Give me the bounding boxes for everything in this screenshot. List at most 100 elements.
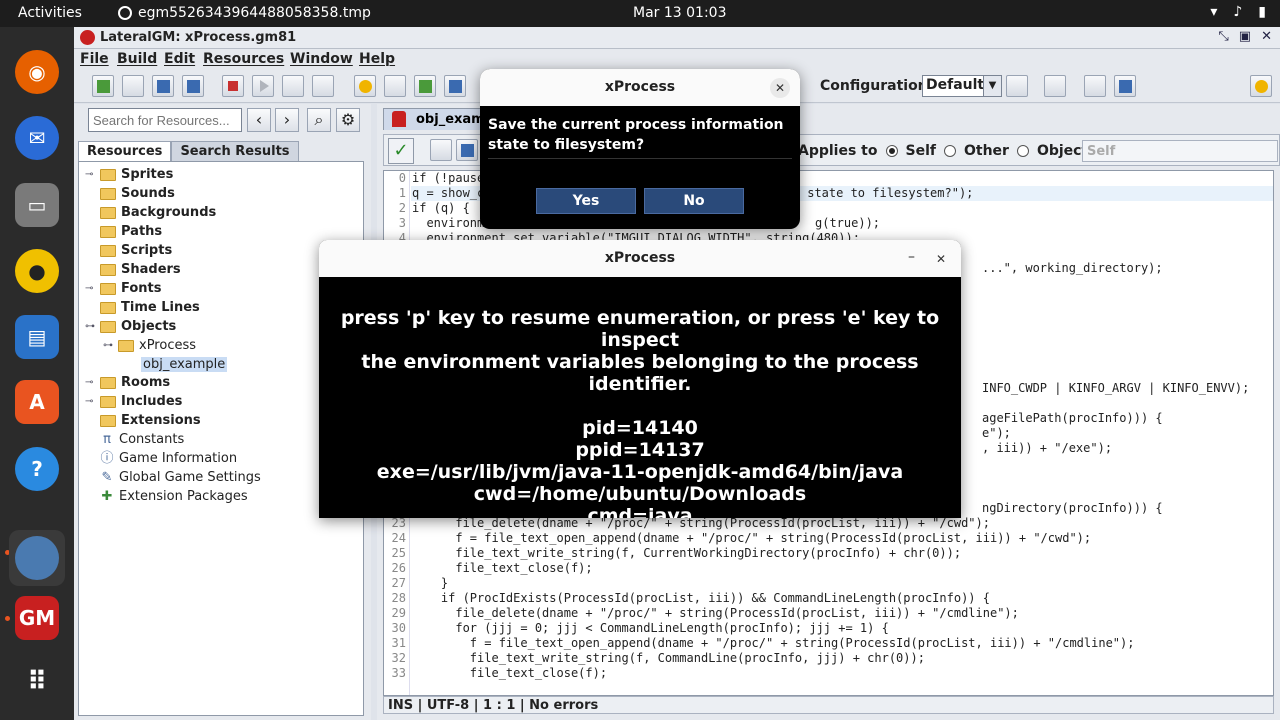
firefox-icon[interactable]: ◉	[15, 50, 59, 94]
manual-icon[interactable]	[1114, 75, 1136, 97]
rhythmbox-icon[interactable]: ●	[15, 249, 59, 293]
close-icon[interactable]: ✕	[770, 78, 790, 98]
close-icon[interactable]: ✕	[931, 249, 951, 269]
instruction-line-2: the environment variables belonging to t…	[361, 351, 919, 395]
tree-item-game-information[interactable]: ⓘ Game Information	[85, 451, 237, 466]
thunderbird-icon[interactable]: ✉	[15, 116, 59, 160]
configuration-select[interactable]: Default ▼	[922, 75, 1002, 97]
menu-file[interactable]: File	[80, 51, 109, 67]
code-line: q = show_c	[412, 186, 485, 200]
yes-button[interactable]: Yes	[536, 188, 636, 214]
status-bar: INS | UTF-8 | 1 : 1 | No errors	[383, 696, 1274, 714]
tab-resources[interactable]: Resources	[78, 141, 172, 161]
tree-item-sprites[interactable]: ⊸ Sprites	[85, 167, 173, 182]
radio-self[interactable]	[885, 145, 898, 157]
cwd-value: cwd=/home/ubuntu/Downloads	[473, 483, 807, 505]
minimize-icon[interactable]: –	[908, 249, 915, 265]
menu-resources[interactable]: Resources	[203, 51, 284, 67]
tree-item-xprocess[interactable]: ⊶ xProcess	[103, 338, 196, 353]
tree-item-scripts[interactable]: Scripts	[85, 243, 172, 258]
tree-item-extensions[interactable]: Extensions	[85, 413, 201, 428]
wrench-icon[interactable]	[1044, 75, 1066, 97]
activities-button[interactable]: Activities	[18, 5, 82, 21]
save-code-icon[interactable]	[456, 139, 478, 161]
line-number: 27	[391, 576, 406, 590]
forward-icon[interactable]: ›	[275, 108, 299, 132]
config-settings-icon[interactable]	[1006, 75, 1028, 97]
tree-item-obj-example[interactable]: obj_example	[141, 357, 228, 372]
clock[interactable]: Mar 13 01:03	[633, 5, 726, 21]
menu-help[interactable]: Help	[359, 51, 395, 67]
lateralgm-logo-icon	[80, 30, 95, 45]
menu-build[interactable]: Build	[117, 51, 157, 67]
chevron-down-icon: ▼	[983, 76, 1001, 96]
code-line: for (jjj = 0; jjj < CommandLineLength(pr…	[412, 621, 889, 635]
save-icon[interactable]	[152, 75, 174, 97]
find-icon[interactable]: ⌕	[307, 108, 331, 132]
tree-item-extension-packages[interactable]: ✚ Extension Packages	[85, 489, 248, 504]
window-title: LateralGM: xProcess.gm81	[100, 30, 297, 45]
no-button[interactable]: No	[644, 188, 744, 214]
compile-icon[interactable]	[312, 75, 334, 97]
line-number: 24	[391, 531, 406, 545]
line-number: 3	[398, 216, 406, 230]
save-as-icon[interactable]	[182, 75, 204, 97]
tree-item-fonts[interactable]: ⊸ Fonts	[85, 281, 162, 296]
maximize-icon[interactable]: ▣	[1239, 29, 1251, 44]
run-icon[interactable]	[252, 75, 274, 97]
configuration-value: Default	[926, 77, 985, 93]
tree-item-timelines[interactable]: Time Lines	[85, 300, 200, 315]
window-icon[interactable]	[1084, 75, 1106, 97]
radio-other[interactable]	[943, 145, 956, 157]
menu-window[interactable]: Window	[290, 51, 353, 67]
writer-icon[interactable]: ▤	[15, 315, 59, 359]
confirm-icon[interactable]: ✓	[388, 138, 414, 164]
new-icon[interactable]	[92, 75, 114, 97]
restore-icon[interactable]: ⤡	[1218, 29, 1228, 44]
debug-icon[interactable]	[282, 75, 304, 97]
configuration-label: Configuration:	[820, 78, 934, 94]
menu-bar: File Build Edit Resources Window Help	[74, 49, 1280, 69]
code-line: state to filesystem?");	[800, 186, 974, 200]
top-bar: Activities egm5526343964488058358.tmp Ma…	[0, 0, 1280, 27]
folder-icon	[100, 244, 116, 257]
folder-icon	[100, 282, 116, 295]
close-icon[interactable]: ✕	[1261, 29, 1272, 44]
lateralgm-icon[interactable]: GM	[15, 596, 59, 640]
gamemaker-icon[interactable]	[9, 530, 65, 586]
dock: ◉ ✉ ▭ ● ▤ A ? GM ⠿	[0, 27, 74, 720]
tree-item-paths[interactable]: Paths	[85, 224, 162, 239]
tab-obj-example[interactable]: obj_examp	[383, 108, 494, 130]
lightning-icon[interactable]	[1250, 75, 1272, 97]
app-name: egm5526343964488058358.tmp	[138, 5, 371, 21]
tab-search-results[interactable]: Search Results	[171, 141, 299, 161]
object-select[interactable]: Self	[1082, 140, 1278, 162]
apps-grid-icon[interactable]: ⠿	[15, 660, 59, 704]
tree-item-global-settings[interactable]: ✎ Global Game Settings	[85, 470, 261, 485]
sound-icon[interactable]	[384, 75, 406, 97]
stop-icon[interactable]	[222, 75, 244, 97]
path-icon[interactable]	[444, 75, 466, 97]
back-icon[interactable]: ‹	[247, 108, 271, 132]
tree-item-constants[interactable]: π Constants	[85, 432, 184, 447]
tree-item-rooms[interactable]: ⊸ Rooms	[85, 375, 170, 390]
files-icon[interactable]: ▭	[15, 183, 59, 227]
tree-item-shaders[interactable]: Shaders	[85, 262, 181, 277]
app-menu[interactable]: egm5526343964488058358.tmp	[118, 5, 371, 21]
system-tray[interactable]: ▾ ♪ ▮	[1210, 4, 1266, 20]
menu-edit[interactable]: Edit	[164, 51, 195, 67]
instruction-line-1: press 'p' key to resume enumeration, or …	[340, 307, 940, 351]
search-input[interactable]	[88, 108, 242, 132]
tree-item-includes[interactable]: ⊸ Includes	[85, 394, 182, 409]
tree-item-sounds[interactable]: Sounds	[85, 186, 175, 201]
tree-item-objects[interactable]: ⊶ Objects	[85, 319, 176, 334]
tree-item-backgrounds[interactable]: Backgrounds	[85, 205, 216, 220]
sprite-icon[interactable]	[354, 75, 376, 97]
open-icon[interactable]	[122, 75, 144, 97]
background-icon[interactable]	[414, 75, 436, 97]
appcenter-icon[interactable]: A	[15, 380, 59, 424]
radio-object[interactable]	[1016, 145, 1029, 157]
help-icon[interactable]: ?	[15, 447, 59, 491]
copy-icon[interactable]	[430, 139, 452, 161]
settings-icon[interactable]: ⚙	[336, 108, 360, 132]
